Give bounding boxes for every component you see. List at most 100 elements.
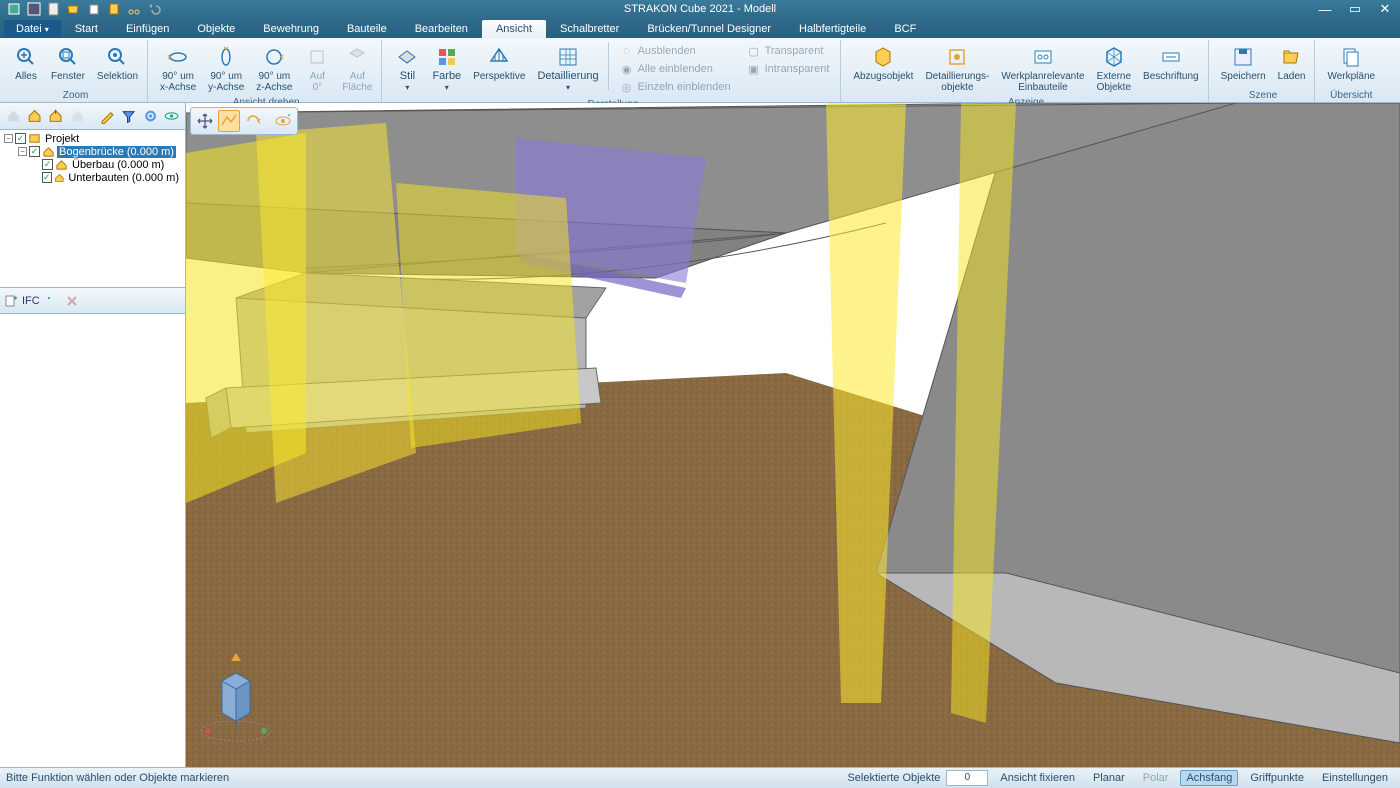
group-anzeige: Abzugsobjekt Detaillierungs- objekte Wer… xyxy=(844,40,1208,102)
qat-open-icon[interactable] xyxy=(66,1,82,17)
tree-home-grey2-icon[interactable] xyxy=(68,106,87,126)
group-label-szene: Szene xyxy=(1216,89,1311,102)
status-planar[interactable]: Planar xyxy=(1087,770,1131,786)
tab-bearbeiten[interactable]: Bearbeiten xyxy=(401,20,482,38)
ifc-add-button[interactable] xyxy=(4,294,18,308)
close-button[interactable]: ✕ xyxy=(1370,0,1400,18)
project-tree[interactable]: − ✓ Projekt − ✓ Bogenbrücke (0.000 m) ✓ … xyxy=(0,130,185,288)
detail-button[interactable]: Detaillierung▾ xyxy=(532,40,603,96)
tree-collapse-icon[interactable]: − xyxy=(4,134,13,143)
tree-home-up-icon[interactable] xyxy=(46,106,65,126)
tab-file[interactable]: Datei▾ xyxy=(4,20,61,38)
tree-ueberbau[interactable]: ✓ Überbau (0.000 m) xyxy=(2,158,183,171)
3d-scene[interactable] xyxy=(186,103,1400,767)
group-render: Stil▾ Farbe▾ Perspektive Detaillierung▾ … xyxy=(385,40,841,102)
dropdown-icon: ▾ xyxy=(445,83,449,92)
vp-wireframe-icon[interactable] xyxy=(218,110,240,132)
tab-objekte[interactable]: Objekte xyxy=(183,20,249,38)
tree-filter-icon[interactable] xyxy=(119,106,138,126)
home-icon xyxy=(55,158,68,171)
qat-save-icon[interactable] xyxy=(26,1,42,17)
tree-selected-item[interactable]: Bogenbrücke (0.000 m) xyxy=(57,146,176,158)
tree-eye-icon[interactable] xyxy=(162,106,181,126)
qat-new-icon[interactable] xyxy=(46,1,62,17)
scene-save-button[interactable]: Speichern xyxy=(1216,40,1271,85)
workplans-button[interactable]: Werkpläne xyxy=(1322,40,1380,85)
zoom-all-button[interactable]: Alles xyxy=(8,40,44,85)
external-obj-button[interactable]: Externe Objekte xyxy=(1092,40,1136,96)
tab-bruecken-tunnel[interactable]: Brücken/Tunnel Designer xyxy=(633,20,785,38)
rotate-face-button: Auf Fläche xyxy=(337,40,377,96)
ifc-link-button[interactable]: IFC xyxy=(22,295,51,307)
vp-view-icon[interactable] xyxy=(272,110,294,132)
opaque-button: ▣Intransparent xyxy=(742,60,835,78)
tab-halbfertigteile[interactable]: Halbfertigteile xyxy=(785,20,880,38)
show-single-button: ◎Einzeln einblenden xyxy=(615,78,736,96)
rotate-z-button[interactable]: 90° um z-Achse xyxy=(251,40,297,96)
3d-viewport[interactable] xyxy=(186,103,1400,767)
tree-home-yellow-icon[interactable] xyxy=(25,106,44,126)
tree-home-grey-icon[interactable] xyxy=(4,106,23,126)
status-polar[interactable]: Polar xyxy=(1137,770,1175,786)
show-single-icon: ◎ xyxy=(620,80,634,94)
rotate-x-button[interactable]: 90° um x-Achse xyxy=(155,40,201,96)
tree-edit-icon[interactable] xyxy=(98,106,117,126)
tree-settings-icon[interactable] xyxy=(141,106,160,126)
tree-checkbox[interactable]: ✓ xyxy=(15,133,26,144)
qat-paste-icon[interactable] xyxy=(106,1,122,17)
tree-checkbox[interactable]: ✓ xyxy=(29,146,40,157)
tab-schalbretter[interactable]: Schalbretter xyxy=(546,20,633,38)
tree-bridge[interactable]: − ✓ Bogenbrücke (0.000 m) xyxy=(2,145,183,158)
vp-move-icon[interactable] xyxy=(194,110,216,132)
group-uebersicht: Werkpläne Übersicht xyxy=(1318,40,1384,102)
tab-einfuegen[interactable]: Einfügen xyxy=(112,20,183,38)
dropdown-icon: ▾ xyxy=(45,25,49,34)
tab-bcf[interactable]: BCF xyxy=(880,20,930,38)
tab-bewehrung[interactable]: Bewehrung xyxy=(249,20,333,38)
home-icon xyxy=(42,145,55,158)
scene-load-button[interactable]: Laden xyxy=(1273,40,1311,85)
detailobj-button[interactable]: Detaillierungs- objekte xyxy=(920,40,994,96)
tree-root[interactable]: − ✓ Projekt xyxy=(2,132,183,145)
qat-copy-icon[interactable] xyxy=(86,1,102,17)
ifc-toolbar: IFC xyxy=(0,288,185,314)
properties-panel xyxy=(0,314,185,767)
cutobject-button[interactable]: Abzugsobjekt xyxy=(848,40,918,85)
perspective-button[interactable]: Perspektive xyxy=(468,40,530,85)
tree-collapse-icon[interactable]: − xyxy=(18,147,27,156)
maximize-button[interactable]: ▭ xyxy=(1340,0,1370,18)
rotate-zero-button: Auf 0° xyxy=(299,40,335,96)
qat-cut-icon[interactable] xyxy=(126,1,142,17)
ifc-delete-button[interactable] xyxy=(65,294,79,308)
tree-checkbox[interactable]: ✓ xyxy=(42,172,52,183)
rotate-y-button[interactable]: 90° um y-Achse xyxy=(203,40,249,96)
work-area: − ✓ Projekt − ✓ Bogenbrücke (0.000 m) ✓ … xyxy=(0,103,1400,767)
transparent-icon: ▢ xyxy=(747,44,761,58)
tree-checkbox[interactable]: ✓ xyxy=(42,159,53,170)
group-zoom: Alles Fenster Selektion Zoom xyxy=(4,40,148,102)
zoom-window-button[interactable]: Fenster xyxy=(46,40,90,85)
quick-access-toolbar xyxy=(0,1,162,17)
status-achsfang[interactable]: Achsfang xyxy=(1180,770,1238,786)
ribbon: Alles Fenster Selektion Zoom 90° um x-Ac… xyxy=(0,38,1400,103)
zoom-selection-button[interactable]: Selektion xyxy=(92,40,143,85)
minimize-button[interactable]: — xyxy=(1310,0,1340,18)
group-label-zoom: Zoom xyxy=(8,89,143,102)
labeling-button[interactable]: Beschriftung xyxy=(1138,40,1204,85)
tab-start[interactable]: Start xyxy=(61,20,112,38)
tab-bauteile[interactable]: Bauteile xyxy=(333,20,401,38)
status-view-lock[interactable]: Ansicht fixieren xyxy=(994,770,1081,786)
selected-objects-count: 0 xyxy=(946,770,988,786)
status-griffpunkte[interactable]: Griffpunkte xyxy=(1244,770,1310,786)
dropdown-icon: ▾ xyxy=(566,83,570,92)
qat-undo-icon[interactable] xyxy=(146,1,162,17)
status-einstellungen[interactable]: Einstellungen xyxy=(1316,770,1394,786)
vp-rotate-icon[interactable] xyxy=(242,110,264,132)
workplan-button[interactable]: Werkplanrelevante Einbauteile xyxy=(996,40,1089,96)
qat-cube-icon[interactable] xyxy=(6,1,22,17)
color-button[interactable]: Farbe▾ xyxy=(427,40,466,96)
style-button[interactable]: Stil▾ xyxy=(389,40,425,96)
tree-unterbauten[interactable]: ✓ Unterbauten (0.000 m) xyxy=(2,171,183,184)
tab-ansicht[interactable]: Ansicht xyxy=(482,20,546,38)
window-title: STRAKON Cube 2021 - Modell xyxy=(624,3,776,15)
